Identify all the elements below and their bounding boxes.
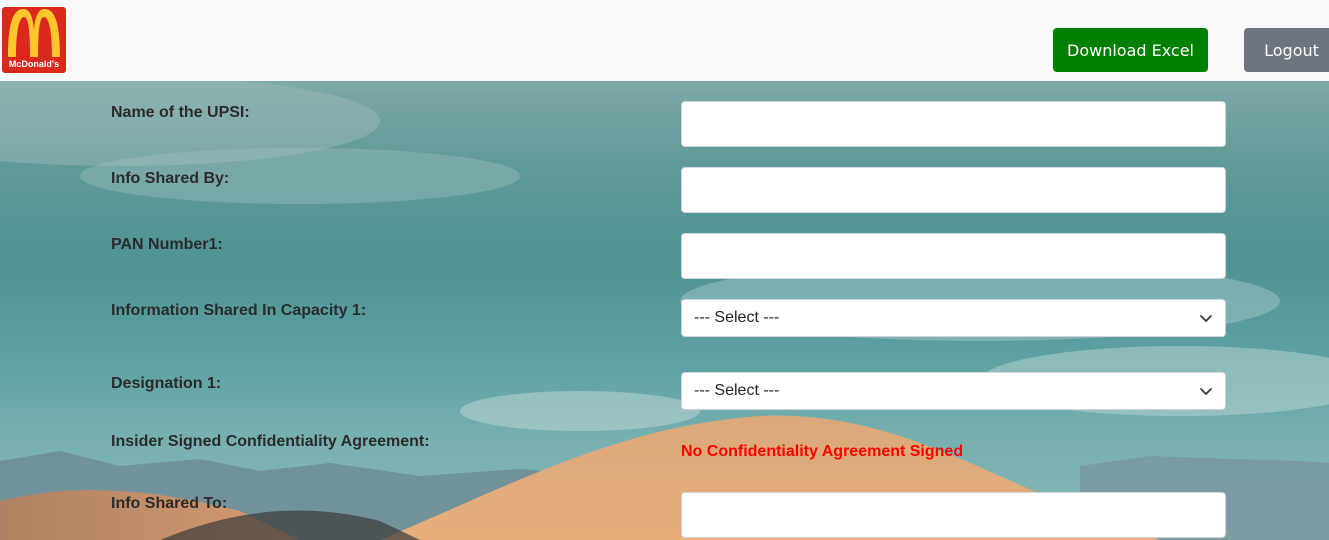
capacity-label: Information Shared In Capacity 1: xyxy=(111,302,367,319)
pan-number-label: PAN Number1: xyxy=(111,236,223,253)
confidentiality-agreement-label: Insider Signed Confidentiality Agreement… xyxy=(111,433,430,450)
designation-select-value: --- Select --- xyxy=(694,382,780,399)
logout-button[interactable]: Logout xyxy=(1244,28,1329,72)
upsi-name-label: Name of the UPSI: xyxy=(111,104,250,121)
chevron-down-icon xyxy=(1200,388,1212,395)
pan-number-input[interactable] xyxy=(681,233,1226,279)
upsi-name-input[interactable] xyxy=(681,101,1226,147)
designation-label: Designation 1: xyxy=(111,375,222,392)
confidentiality-agreement-status: No Confidentiality Agreement Signed xyxy=(681,443,964,460)
info-shared-to-label: Info Shared To: xyxy=(111,495,228,512)
top-navbar: McDonald's Download Excel Logout xyxy=(0,0,1329,81)
info-shared-by-label: Info Shared By: xyxy=(111,170,230,187)
download-excel-button[interactable]: Download Excel xyxy=(1053,28,1208,72)
designation-select[interactable]: --- Select --- xyxy=(681,372,1226,410)
mcdonalds-logo[interactable]: McDonald's xyxy=(2,7,66,73)
chevron-down-icon xyxy=(1200,315,1212,322)
capacity-select-value: --- Select --- xyxy=(694,309,780,326)
svg-text:McDonald's: McDonald's xyxy=(9,59,59,69)
info-shared-to-input[interactable] xyxy=(681,492,1226,538)
info-shared-by-input[interactable] xyxy=(681,167,1226,213)
capacity-select[interactable]: --- Select --- xyxy=(681,299,1226,337)
